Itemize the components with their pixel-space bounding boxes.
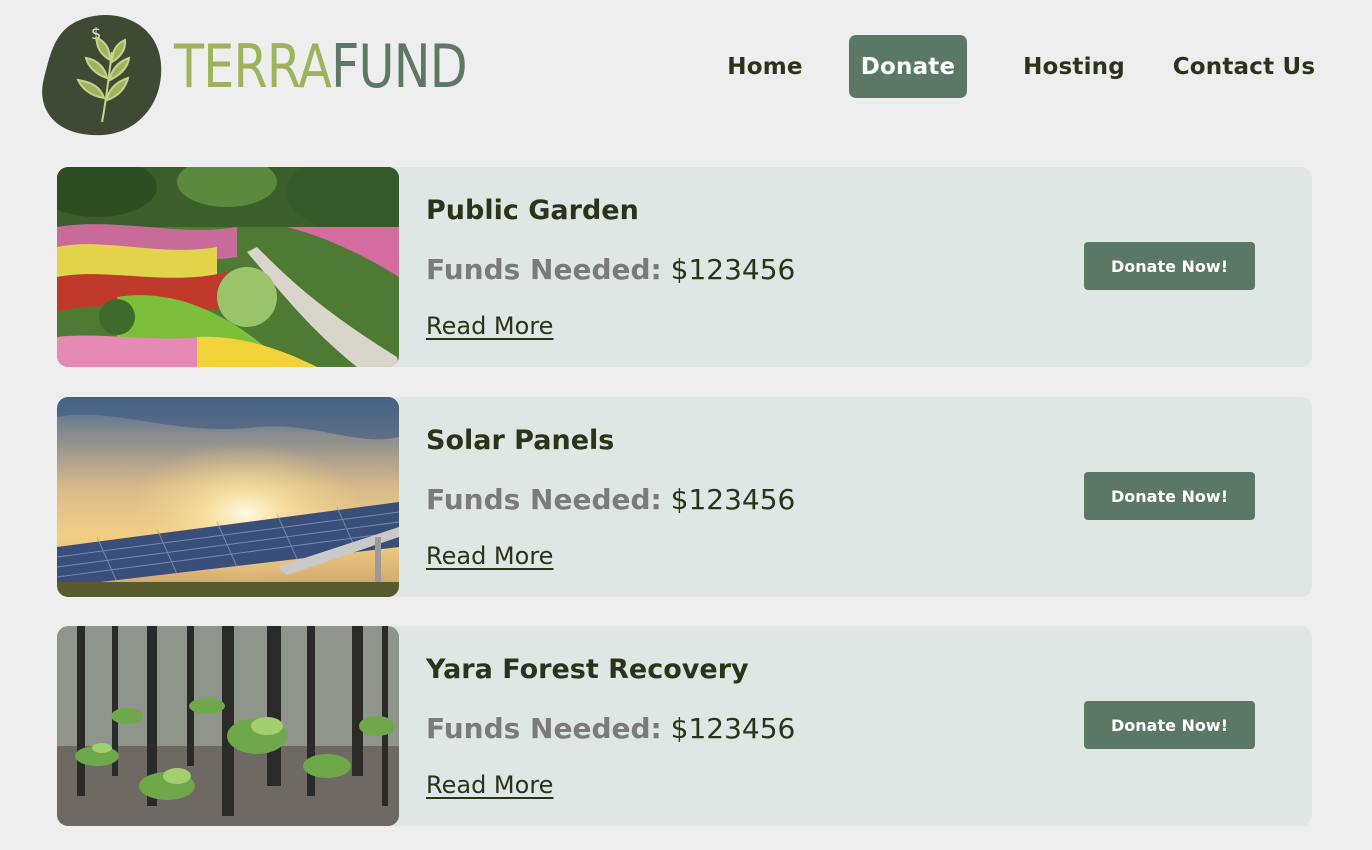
garden-photo xyxy=(57,167,399,367)
project-title: Public Garden xyxy=(426,195,639,226)
funds-value: $123456 xyxy=(670,483,796,516)
funds-needed: Funds Needed: $123456 xyxy=(426,483,795,516)
read-more-link[interactable]: Read More xyxy=(426,771,553,799)
donate-now-button[interactable]: Donate Now! xyxy=(1084,242,1255,290)
donate-now-button[interactable]: Donate Now! xyxy=(1084,701,1255,749)
main-nav: Home Donate Hosting Contact Us xyxy=(0,35,1372,99)
project-title: Solar Panels xyxy=(426,425,615,456)
nav-contact-us[interactable]: Contact Us xyxy=(1168,35,1320,98)
read-more-link[interactable]: Read More xyxy=(426,542,553,570)
project-card: Solar Panels Funds Needed: $123456 Read … xyxy=(57,397,1312,597)
funds-label: Funds Needed: xyxy=(426,253,662,286)
funds-value: $123456 xyxy=(670,712,796,745)
nav-home[interactable]: Home xyxy=(715,35,815,98)
site-header: $ TERRAFUND Home Donate Hosting Contact … xyxy=(0,0,1372,150)
funds-label: Funds Needed: xyxy=(426,483,662,516)
funds-value: $123456 xyxy=(670,253,796,286)
nav-donate[interactable]: Donate xyxy=(849,35,967,98)
project-card: Yara Forest Recovery Funds Needed: $1234… xyxy=(57,626,1312,826)
read-more-link[interactable]: Read More xyxy=(426,312,553,340)
solar-panel-photo xyxy=(57,397,399,597)
funds-needed: Funds Needed: $123456 xyxy=(426,712,795,745)
funds-needed: Funds Needed: $123456 xyxy=(426,253,795,286)
funds-label: Funds Needed: xyxy=(426,712,662,745)
donate-now-button[interactable]: Donate Now! xyxy=(1084,472,1255,520)
project-title: Yara Forest Recovery xyxy=(426,654,749,685)
forest-photo xyxy=(57,626,399,826)
project-card: Public Garden Funds Needed: $123456 Read… xyxy=(57,167,1312,367)
nav-hosting[interactable]: Hosting xyxy=(1015,35,1133,98)
